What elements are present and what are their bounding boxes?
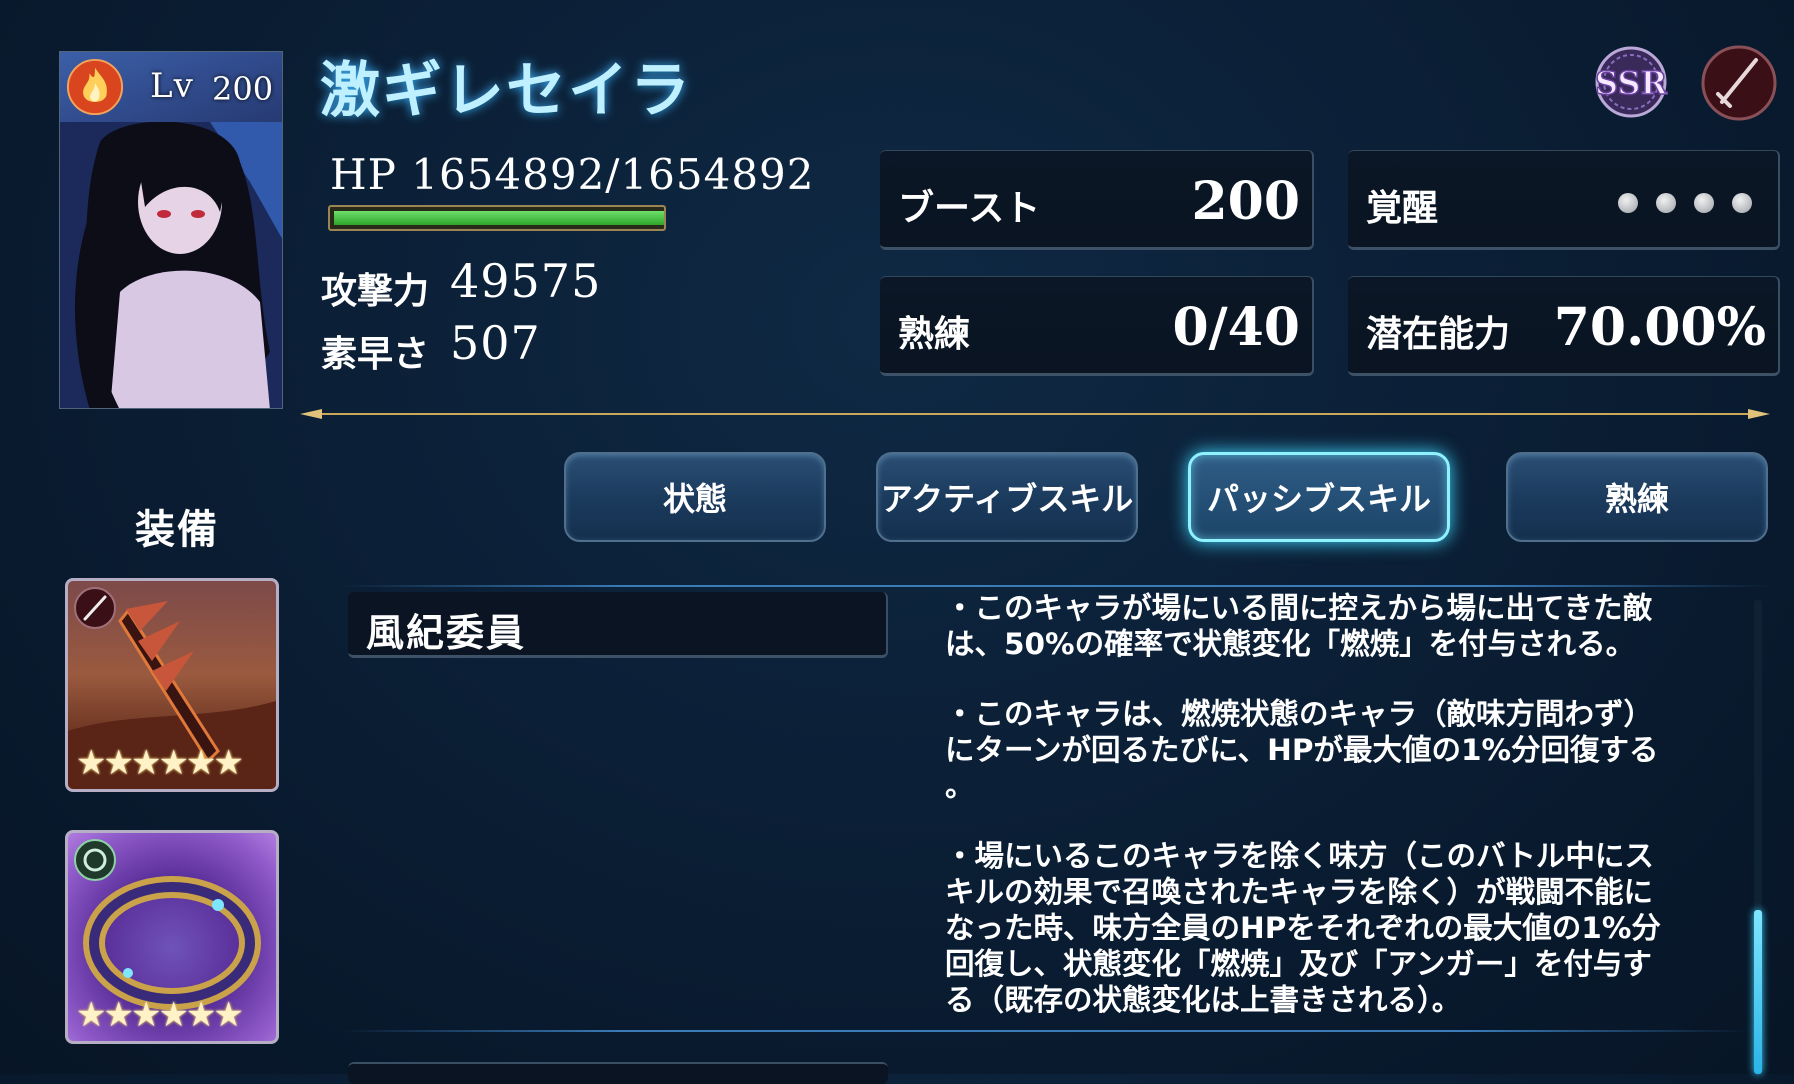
potential-box: 潜在能力 70.00% xyxy=(1348,276,1780,376)
weapon-rarity-stars: ★★★★★★ xyxy=(76,743,244,783)
panel-divider-bottom xyxy=(340,1030,1750,1032)
boost-box: ブースト 200 xyxy=(880,150,1314,250)
speed-value: 507 xyxy=(450,316,541,370)
mastery-value: 0/40 xyxy=(1172,297,1300,358)
ssr-text: SSR xyxy=(1595,64,1668,102)
level-value: 200 xyxy=(212,70,274,108)
fire-icon xyxy=(66,58,124,116)
character-name: 激ギレセイラ xyxy=(320,56,692,126)
equipment-accessory-slot[interactable]: ★★★★★★ xyxy=(65,830,279,1044)
tab-mastery[interactable]: 熟練 xyxy=(1506,452,1768,542)
tab-status[interactable]: 状態 xyxy=(564,452,826,542)
awaken-box: 覚醒 xyxy=(1348,150,1780,250)
mastery-label: 熟練 xyxy=(898,314,971,355)
skill-description: ・このキャラが場にいる間に控えから場に出てきた敵 は、50%の確率で状態変化「燃… xyxy=(945,590,1725,1052)
skill-scrollbar[interactable] xyxy=(1754,600,1762,1074)
equipment-title: 装備 xyxy=(135,507,219,553)
level-label: Lv xyxy=(150,66,194,106)
hp-text: HP 1654892/1654892 xyxy=(330,150,815,199)
awaken-dot xyxy=(1656,193,1676,213)
tab-active-skill[interactable]: アクティブスキル xyxy=(876,452,1138,542)
panel-divider xyxy=(340,585,1770,587)
speed-label: 素早さ xyxy=(321,334,430,375)
sword-icon xyxy=(74,587,116,629)
attack-label: 攻撃力 xyxy=(321,271,430,312)
sword-icon xyxy=(1701,45,1777,121)
equipment-weapon-slot[interactable]: ★★★★★★ xyxy=(65,578,279,792)
skill-description-paragraph: ・このキャラが場にいる間に控えから場に出てきた敵 は、50%の確率で状態変化「燃… xyxy=(945,591,1653,661)
character-art xyxy=(60,122,282,408)
potential-value: 70.00% xyxy=(1553,297,1766,358)
ring-icon xyxy=(74,839,116,881)
potential-label: 潜在能力 xyxy=(1366,314,1511,355)
header-divider xyxy=(300,409,1770,419)
hp-bar-fill xyxy=(334,211,664,225)
attack-value: 49575 xyxy=(450,254,602,308)
skill-description-paragraph: ・このキャラは、燃焼状態のキャラ（敵味方問わず） にターンが回るたびに、HPが最… xyxy=(945,697,1659,803)
scrollbar-thumb[interactable] xyxy=(1754,910,1762,1074)
awaken-dot xyxy=(1694,193,1714,213)
awaken-dot xyxy=(1732,193,1752,213)
boost-label: ブースト xyxy=(898,188,1041,229)
skill-name: 風紀委員 xyxy=(366,611,527,655)
character-portrait[interactable]: Lv 200 xyxy=(59,51,283,409)
boost-value: 200 xyxy=(1191,171,1300,232)
awaken-dot xyxy=(1618,193,1638,213)
skill-description-paragraph: ・場にいるこのキャラを除く味方（このバトル中にス キルの効果で召喚されたキャラを… xyxy=(945,839,1661,1017)
hp-bar xyxy=(328,205,666,231)
next-skill-box xyxy=(348,1062,888,1084)
accessory-rarity-stars: ★★★★★★ xyxy=(76,995,244,1035)
skill-name-box: 風紀委員 xyxy=(348,592,888,658)
ssr-rarity-icon: SSR xyxy=(1594,46,1668,118)
tab-passive-skill[interactable]: パッシブスキル xyxy=(1188,452,1450,542)
mastery-box: 熟練 0/40 xyxy=(880,276,1314,376)
awaken-label: 覚醒 xyxy=(1366,188,1439,229)
